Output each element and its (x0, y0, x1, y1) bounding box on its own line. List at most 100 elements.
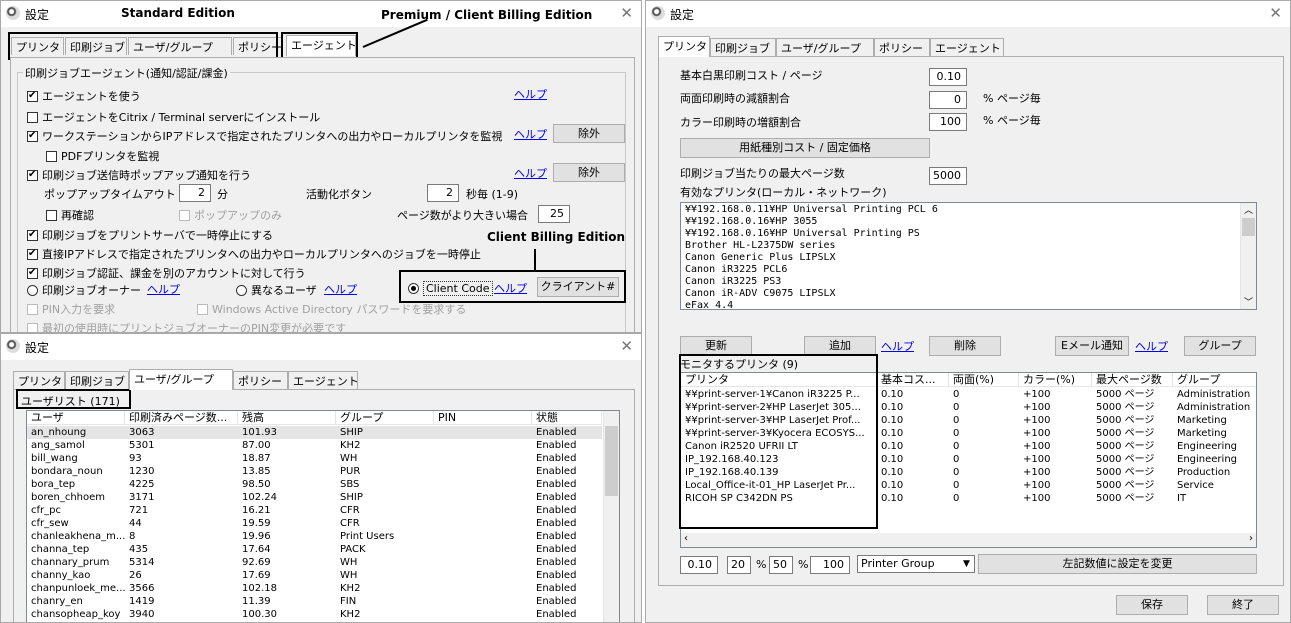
user-table-scrollbar[interactable] (603, 411, 619, 622)
color-input[interactable]: 100 (929, 113, 967, 131)
tab-agent[interactable]: エージェント (930, 38, 1004, 56)
tab-agent[interactable]: エージェント (288, 371, 359, 389)
popup-timeout-input[interactable]: 2 (179, 184, 211, 202)
tab-print-job[interactable]: 印刷ジョブ (65, 371, 129, 389)
exit-button[interactable]: 終了 (1207, 595, 1279, 615)
col-pin[interactable]: PIN (434, 411, 532, 425)
table-row[interactable]: ang_samol 5301 87.00 KH2 Enabled (27, 439, 602, 452)
scroll-right-icon[interactable]: › (1249, 533, 1253, 544)
bottom-color-input[interactable]: 50 (769, 556, 793, 574)
bottom-max-input[interactable]: 100 (810, 556, 850, 574)
delete-button[interactable]: 削除 (929, 336, 1001, 356)
use-agent-checkbox[interactable]: エージェントを使う (27, 88, 141, 104)
list-item[interactable]: eFax 4.4 (681, 300, 1256, 309)
close-icon[interactable]: ✕ (620, 337, 633, 355)
max-pages-input[interactable]: 5000 (929, 167, 967, 185)
table-row[interactable]: chanry_en 1419 11.39 FIN Enabled (27, 595, 602, 608)
col-color[interactable]: カラー(%) (1019, 373, 1092, 387)
add-button[interactable]: 追加 (804, 336, 876, 356)
help-link-diff-user[interactable]: ヘルプ (324, 281, 357, 297)
scroll-left-icon[interactable]: ‹ (684, 533, 688, 544)
col-group[interactable]: グループ (1173, 373, 1256, 387)
client-number-button[interactable]: クライアント# (537, 277, 619, 297)
tab-policy[interactable]: ポリシー (233, 371, 288, 389)
exclude-button-2[interactable]: 除外 (553, 163, 625, 182)
table-row[interactable]: an_nhoung 3063 101.93 SHIP Enabled (27, 426, 602, 439)
list-item[interactable]: ¥¥192.168.0.11¥HP Universal Printing PCL… (681, 204, 1256, 216)
exclude-button-1[interactable]: 除外 (553, 124, 625, 143)
scroll-thumb[interactable] (1242, 218, 1255, 236)
table-row[interactable]: bondara_noun 1230 13.85 PUR Enabled (27, 465, 602, 478)
chevron-down-icon[interactable]: ▼ (959, 556, 974, 572)
group-button[interactable]: グループ (1184, 336, 1256, 356)
table-row[interactable]: cfr_pc 721 16.21 CFR Enabled (27, 504, 602, 517)
table-row[interactable]: channary_prum 5314 92.69 WH Enabled (27, 556, 602, 569)
tab-print-job[interactable]: 印刷ジョブ (710, 38, 776, 56)
pin-required-checkbox[interactable]: PIN入力を要求 (27, 301, 115, 317)
client-code-radio[interactable]: Client Code (408, 281, 493, 296)
col-group[interactable]: グループ (336, 411, 434, 425)
tab-user-group[interactable]: ユーザ/グループ (129, 369, 233, 390)
printer-group-select[interactable]: Printer Group ▼ (857, 555, 975, 573)
close-icon[interactable]: ✕ (1269, 4, 1282, 22)
col-status[interactable]: 状態 (532, 411, 602, 425)
bw-cost-input[interactable]: 0.10 (929, 68, 967, 86)
tab-printer[interactable]: プリンタ (13, 371, 65, 389)
popup-notify-checkbox[interactable]: 印刷ジョブ送信時ポップアップ通知を行う (27, 167, 251, 183)
bottom-cost-input[interactable]: 0.10 (680, 556, 718, 574)
save-button[interactable]: 保存 (1116, 595, 1188, 615)
reconfirm-checkbox[interactable]: 再確認 (46, 207, 94, 223)
pause-server-checkbox[interactable]: 印刷ジョブをプリントサーバで一時停止にする (27, 227, 273, 243)
col-balance[interactable]: 残高 (238, 411, 336, 425)
help-link-email[interactable]: ヘルプ (1135, 338, 1168, 354)
windows-ad-checkbox[interactable]: Windows Active Directory パスワードを要求する (197, 301, 466, 317)
scroll-down-icon[interactable]: ﹀ (1241, 295, 1256, 309)
list-item[interactable]: Brother HL-L2375DW series (681, 240, 1256, 252)
user-table[interactable]: ユーザ 印刷済みページ数... 残高 グループ PIN 状態 an_nhoung… (26, 410, 620, 622)
pdf-monitor-checkbox[interactable]: PDFプリンタを監視 (46, 148, 159, 164)
list-item[interactable]: Canon iR-ADV C9075 LIPSLX (681, 288, 1256, 300)
table-row[interactable]: channy_kao 26 17.69 WH Enabled (27, 569, 602, 582)
citrix-checkbox[interactable]: エージェントをCitrix / Terminal serverにインストール (27, 109, 320, 125)
email-notify-button[interactable]: Eメール通知 (1055, 336, 1129, 356)
monitored-hscrollbar[interactable]: ‹ › (681, 533, 1256, 547)
list-item[interactable]: ¥¥192.168.0.16¥HP 3055 (681, 216, 1256, 228)
col-max-pages[interactable]: 最大ページ数 (1092, 373, 1173, 387)
help-link-owner[interactable]: ヘルプ (147, 281, 180, 297)
col-duplex[interactable]: 両面(%) (949, 373, 1019, 387)
table-row[interactable]: bill_wang 93 18.87 WH Enabled (27, 452, 602, 465)
tab-printer[interactable]: プリンタ (658, 36, 710, 57)
col-printed-pages[interactable]: 印刷済みページ数... (125, 411, 238, 425)
refresh-button[interactable]: 更新 (680, 336, 752, 356)
table-row[interactable]: chansopheap_koy 3940 100.30 KH2 Enabled (27, 608, 602, 621)
tab-user-group[interactable]: ユーザ/グループ (776, 38, 874, 56)
apply-values-button[interactable]: 左記数値に設定を変更 (978, 554, 1257, 574)
tab-agent[interactable]: エージェント (286, 35, 357, 56)
popup-only-checkbox[interactable]: ポップアップのみ (179, 207, 282, 223)
list-item[interactable]: Canon Generic Plus LIPSLX (681, 252, 1256, 264)
col-user[interactable]: ユーザ (27, 411, 125, 425)
list-item[interactable]: Canon iR3225 PCL6 (681, 264, 1256, 276)
different-user-radio[interactable]: 異なるユーザ (236, 282, 317, 298)
pause-direct-checkbox[interactable]: 直接IPアドレスで指定されたプリンタへの出力やローカルプリンタへのジョブを一時停… (27, 246, 481, 262)
help-link-2[interactable]: ヘルプ (514, 126, 547, 142)
valid-list-scrollbar[interactable]: ︿ ﹀ (1240, 203, 1256, 309)
help-link-3[interactable]: ヘルプ (514, 165, 547, 181)
table-row[interactable]: chanleakhena_m... 8 19.96 Print Users Enable… (27, 530, 602, 543)
help-link-client[interactable]: ヘルプ (494, 280, 527, 296)
table-row[interactable]: channa_tep 435 17.64 PACK Enabled (27, 543, 602, 556)
help-link-add[interactable]: ヘルプ (881, 338, 914, 354)
owner-radio[interactable]: 印刷ジョブオーナー (27, 282, 141, 298)
table-row[interactable]: chanpunloek_me... 3566 102.18 KH2 Enabled (27, 582, 602, 595)
tab-policy[interactable]: ポリシー (874, 38, 930, 56)
valid-printers-list[interactable]: ¥¥192.168.0.11¥HP Universal Printing PCL… (680, 202, 1257, 310)
scroll-up-icon[interactable]: ︿ (1241, 203, 1256, 217)
monitor-workstation-checkbox[interactable]: ワークステーションからIPアドレスで指定されたプリンタへの出力やローカルプリンタ… (27, 128, 502, 144)
paper-cost-button[interactable]: 用紙種別コスト / 固定価格 (680, 138, 930, 158)
duplex-input[interactable]: 0 (929, 91, 967, 109)
table-row[interactable]: boren_chhoem 3171 102.24 SHIP Enabled (27, 491, 602, 504)
help-link-1[interactable]: ヘルプ (514, 86, 547, 102)
list-item[interactable]: Canon iR3225 PS3 (681, 276, 1256, 288)
first-use-checkbox[interactable]: 最初の使用時にプリントジョブオーナーのPIN変更が必要です (27, 320, 346, 332)
scroll-thumb[interactable] (605, 426, 618, 496)
